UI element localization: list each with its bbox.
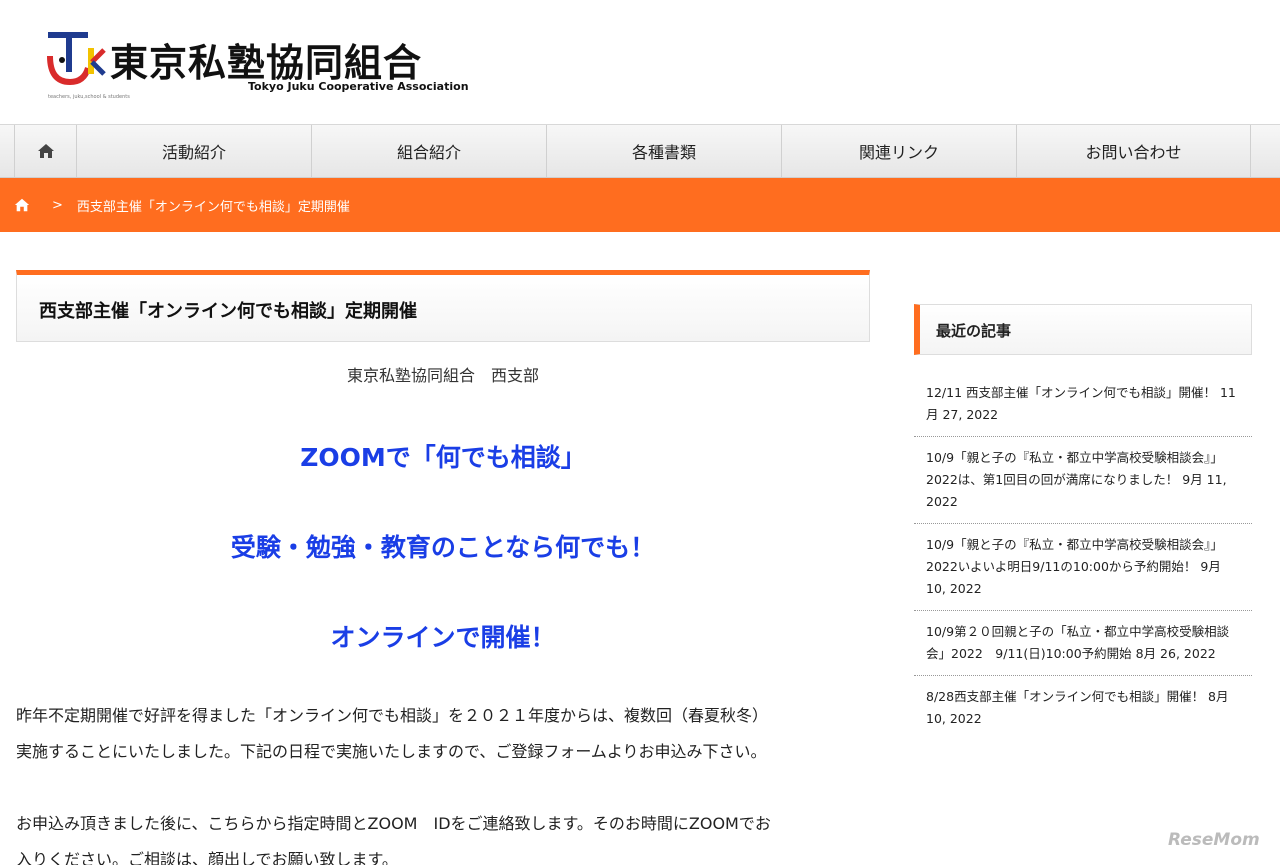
nav-item-about[interactable]: 組合紹介 bbox=[311, 125, 546, 177]
nav-item-contact[interactable]: お問い合わせ bbox=[1016, 125, 1251, 177]
recent-post-link[interactable]: 12/11 西支部主催「オンライン何でも相談」開催！ 11月 27, 2022 bbox=[914, 372, 1252, 437]
breadcrumb: > 西支部主催「オンライン何でも相談」定期開催 bbox=[0, 178, 1280, 232]
breadcrumb-home-icon[interactable] bbox=[14, 197, 30, 213]
paragraph-line: 実施することにいたしました。下記の日程で実施いたしますので、ご登録フォームよりお… bbox=[16, 742, 767, 761]
nav-home[interactable] bbox=[14, 125, 76, 177]
recent-post-link[interactable]: 10/9「親と子の『私立・都立中学高校受験相談会』」2022いよいよ明日9/11… bbox=[914, 524, 1252, 611]
paragraph-line: お申込み頂きました後に、こちらから指定時間とZOOM IDをご連絡致します。その… bbox=[16, 814, 771, 833]
home-icon bbox=[37, 144, 54, 158]
site-logo[interactable]: 東京私塾協同組合 Tokyo Juku Cooperative Associat… bbox=[44, 26, 469, 106]
recent-post-link[interactable]: 8/28西支部主催「オンライン何でも相談」開催！ 8月 10, 2022 bbox=[914, 676, 1252, 740]
article-byline: 東京私塾協同組合 西支部 bbox=[346, 366, 539, 385]
nav-item-documents[interactable]: 各種書類 bbox=[546, 125, 781, 177]
main-nav: 活動紹介 組合紹介 各種書類 関連リンク お問い合わせ bbox=[0, 124, 1280, 178]
logo-tagline: teachers, juku,school & students bbox=[48, 94, 130, 100]
recent-posts-list: 12/11 西支部主催「オンライン何でも相談」開催！ 11月 27, 2022 … bbox=[914, 372, 1252, 740]
breadcrumb-separator: > bbox=[52, 197, 63, 213]
article-title-box: 西支部主催「オンライン何でも相談」定期開催 bbox=[16, 270, 870, 342]
headline-topics: 受験・勉強・教育のことなら何でも！ bbox=[230, 533, 656, 562]
paragraph-line: 入りください。ご相談は、顔出しでお願い致します。 bbox=[16, 850, 398, 865]
paragraph-line: 昨年不定期開催で好評を得ました「オンライン何でも相談」を２０２１年度からは、複数… bbox=[16, 706, 769, 725]
recent-post-link[interactable]: 10/9「親と子の『私立・都立中学高校受験相談会』」2022は、第1回目の回が満… bbox=[914, 437, 1252, 524]
headline-zoom: ZOOMで「何でも相談」 bbox=[300, 443, 586, 472]
logo-mark-icon bbox=[47, 32, 106, 86]
breadcrumb-current: 西支部主催「オンライン何でも相談」定期開催 bbox=[76, 199, 350, 215]
article-paragraph-2: お申込み頂きました後に、こちらから指定時間とZOOM IDをご連絡致します。その… bbox=[16, 806, 876, 865]
nav-item-activities[interactable]: 活動紹介 bbox=[76, 125, 311, 177]
watermark: ReseMom bbox=[1168, 830, 1260, 850]
article-paragraph-1: 昨年不定期開催で好評を得ました「オンライン何でも相談」を２０２１年度からは、複数… bbox=[16, 698, 876, 770]
logo-subtitle: Tokyo Juku Cooperative Association bbox=[248, 80, 469, 93]
sidebar-heading: 最近の記事 bbox=[936, 322, 1012, 340]
article-title: 西支部主催「オンライン何でも相談」定期開催 bbox=[39, 301, 417, 322]
site-header: 東京私塾協同組合 Tokyo Juku Cooperative Associat… bbox=[0, 0, 1280, 124]
recent-post-link[interactable]: 10/9第２０回親と子の「私立・都立中学高校受験相談会」2022 9/11(日)… bbox=[914, 611, 1252, 676]
headline-online: オンラインで開催！ bbox=[330, 623, 556, 652]
nav-item-links[interactable]: 関連リンク bbox=[781, 125, 1016, 177]
sidebar-heading-box: 最近の記事 bbox=[914, 304, 1252, 355]
logo-text: 東京私塾協同組合 bbox=[110, 41, 423, 85]
